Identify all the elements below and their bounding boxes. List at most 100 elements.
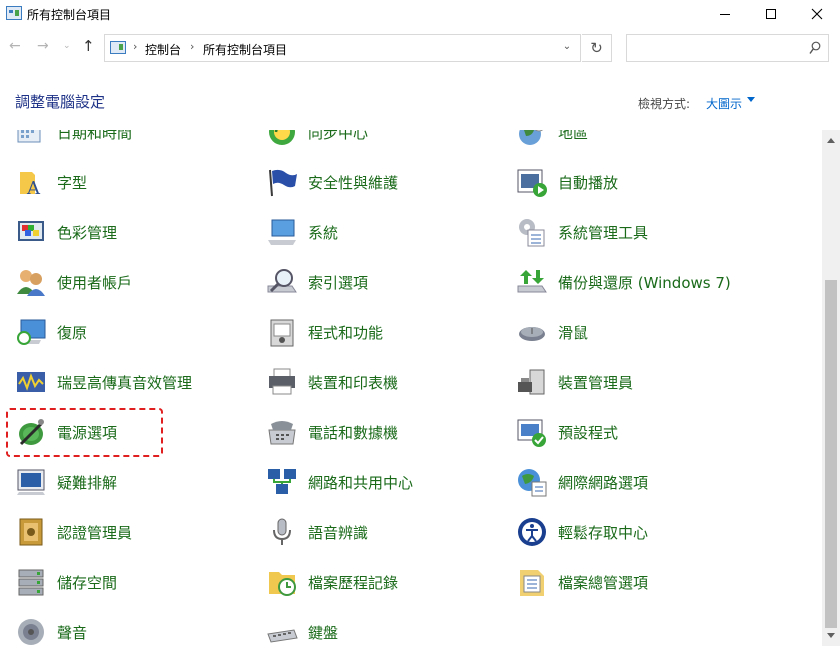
item-region[interactable]: 地區 (516, 130, 588, 150)
item-devices-printers[interactable]: 裝置和印表機 (266, 364, 398, 400)
region-icon (516, 130, 548, 148)
item-label: 儲存空間 (57, 573, 118, 592)
scroll-down-icon[interactable] (827, 633, 835, 638)
search-input[interactable] (626, 34, 829, 62)
minimize-button[interactable] (702, 0, 748, 28)
item-phone-modem[interactable]: 電話和數據機 (266, 414, 398, 450)
close-icon (811, 8, 823, 20)
item-label: 同步中心 (308, 130, 369, 142)
item-fonts[interactable]: A 字型 (15, 164, 87, 200)
item-device-manager[interactable]: 裝置管理員 (516, 364, 633, 400)
back-arrow-icon: ← (9, 38, 21, 54)
item-programs-features[interactable]: 程式和功能 (266, 314, 383, 350)
item-label: 備份與還原 (Windows 7) (558, 273, 731, 292)
caret-down-icon[interactable] (747, 97, 755, 102)
item-system[interactable]: 系統 (266, 214, 338, 250)
item-color-management[interactable]: 色彩管理 (15, 214, 117, 250)
forward-arrow-icon: → (37, 38, 49, 54)
item-label: 安全性與維護 (308, 173, 399, 192)
item-label: 網路和共用中心 (308, 473, 414, 492)
maximize-button[interactable] (748, 0, 794, 28)
troubleshoot-icon (15, 466, 47, 498)
item-label: 色彩管理 (57, 223, 118, 242)
item-label: 程式和功能 (308, 323, 384, 342)
item-credential-manager[interactable]: 認證管理員 (15, 514, 132, 550)
item-sync-center[interactable]: 同步中心 (266, 130, 368, 150)
item-autoplay[interactable]: 自動播放 (516, 164, 618, 200)
back-button[interactable]: ← (9, 38, 21, 54)
item-internet-options[interactable]: 網際網路選項 (516, 464, 648, 500)
speaker-icon (15, 616, 47, 646)
item-storage-spaces[interactable]: 儲存空間 (15, 564, 117, 600)
address-dropdown-button[interactable]: ⌄ (555, 41, 579, 57)
item-indexing-options[interactable]: 索引選項 (266, 264, 368, 300)
keyboard-icon (266, 616, 298, 646)
minimize-icon (720, 13, 730, 15)
item-realtek-audio[interactable]: 瑞昱高傳真音效管理 (15, 364, 192, 400)
item-label: 疑難排解 (57, 473, 118, 492)
forward-button[interactable]: → (37, 38, 49, 54)
chevron-right-icon[interactable]: › (133, 40, 137, 53)
svg-text:A: A (26, 178, 41, 198)
up-arrow-icon: ↑ (82, 37, 95, 55)
storage-icon (15, 566, 47, 598)
item-power-options[interactable]: 電源選項 (15, 414, 117, 450)
item-label: 輕鬆存取中心 (558, 523, 649, 542)
item-label: 系統管理工具 (558, 223, 649, 242)
item-label: 電源選項 (57, 423, 118, 442)
item-file-explorer-options[interactable]: 檔案總管選項 (516, 564, 648, 600)
mouse-icon (516, 316, 548, 348)
item-label: 鍵盤 (308, 623, 339, 642)
item-mouse[interactable]: 滑鼠 (516, 314, 588, 350)
color-icon (15, 216, 47, 248)
refresh-button[interactable]: ↻ (582, 34, 612, 62)
item-label: 認證管理員 (57, 523, 133, 542)
item-ease-of-access[interactable]: 輕鬆存取中心 (516, 514, 648, 550)
item-default-programs[interactable]: 預設程式 (516, 414, 618, 450)
item-network-sharing[interactable]: 網路和共用中心 (266, 464, 413, 500)
up-button[interactable]: ↑ (82, 37, 95, 55)
chevron-down-icon: ⌄ (63, 41, 71, 51)
view-by-dropdown[interactable]: 大圖示 (706, 95, 742, 112)
backup-icon (516, 266, 548, 298)
scroll-up-icon[interactable] (827, 138, 835, 143)
autoplay-icon (516, 166, 548, 198)
item-label: 聲音 (57, 623, 88, 642)
item-label: 滑鼠 (558, 323, 589, 342)
chevron-down-icon: ⌄ (562, 41, 572, 52)
item-file-history[interactable]: 檔案歷程記錄 (266, 564, 398, 600)
item-troubleshooting[interactable]: 疑難排解 (15, 464, 117, 500)
item-admin-tools[interactable]: 系統管理工具 (516, 214, 648, 250)
title-bar: 所有控制台項目 (0, 0, 840, 30)
index-icon (266, 266, 298, 298)
item-label: 日期和時間 (57, 130, 133, 142)
item-label: 自動播放 (558, 173, 619, 192)
item-speech-recognition[interactable]: 語音辨識 (266, 514, 368, 550)
item-sound[interactable]: 聲音 (15, 614, 87, 646)
sync-icon (266, 130, 298, 148)
vertical-scrollbar[interactable] (822, 130, 840, 646)
item-label: 預設程式 (558, 423, 619, 442)
close-button[interactable] (794, 0, 840, 28)
item-label: 電話和數據機 (308, 423, 399, 442)
item-backup-restore[interactable]: 備份與還原 (Windows 7) (516, 264, 731, 300)
address-bar[interactable]: › 控制台 › 所有控制台項目 ⌄ (104, 34, 581, 62)
item-label: 檔案總管選項 (558, 573, 649, 592)
breadcrumb-item[interactable]: 控制台 (145, 41, 181, 58)
page-title: 調整電腦設定 (15, 93, 106, 111)
item-keyboard[interactable]: 鍵盤 (266, 614, 338, 646)
recent-locations-button[interactable]: ⌄ (63, 41, 71, 51)
ease-of-access-icon (516, 516, 548, 548)
window-title: 所有控制台項目 (27, 8, 112, 22)
chevron-right-icon[interactable]: › (190, 40, 194, 53)
item-security-maintenance[interactable]: 安全性與維護 (266, 164, 398, 200)
network-icon (266, 466, 298, 498)
item-date-time[interactable]: 日期和時間 (15, 130, 132, 150)
scrollbar-thumb[interactable] (825, 280, 837, 628)
breadcrumb-item[interactable]: 所有控制台項目 (203, 41, 287, 58)
item-user-accounts[interactable]: 使用者帳戶 (15, 264, 132, 300)
microphone-icon (266, 516, 298, 548)
item-recovery[interactable]: 復原 (15, 314, 87, 350)
clock-icon (15, 130, 47, 148)
item-label: 使用者帳戶 (57, 273, 133, 292)
